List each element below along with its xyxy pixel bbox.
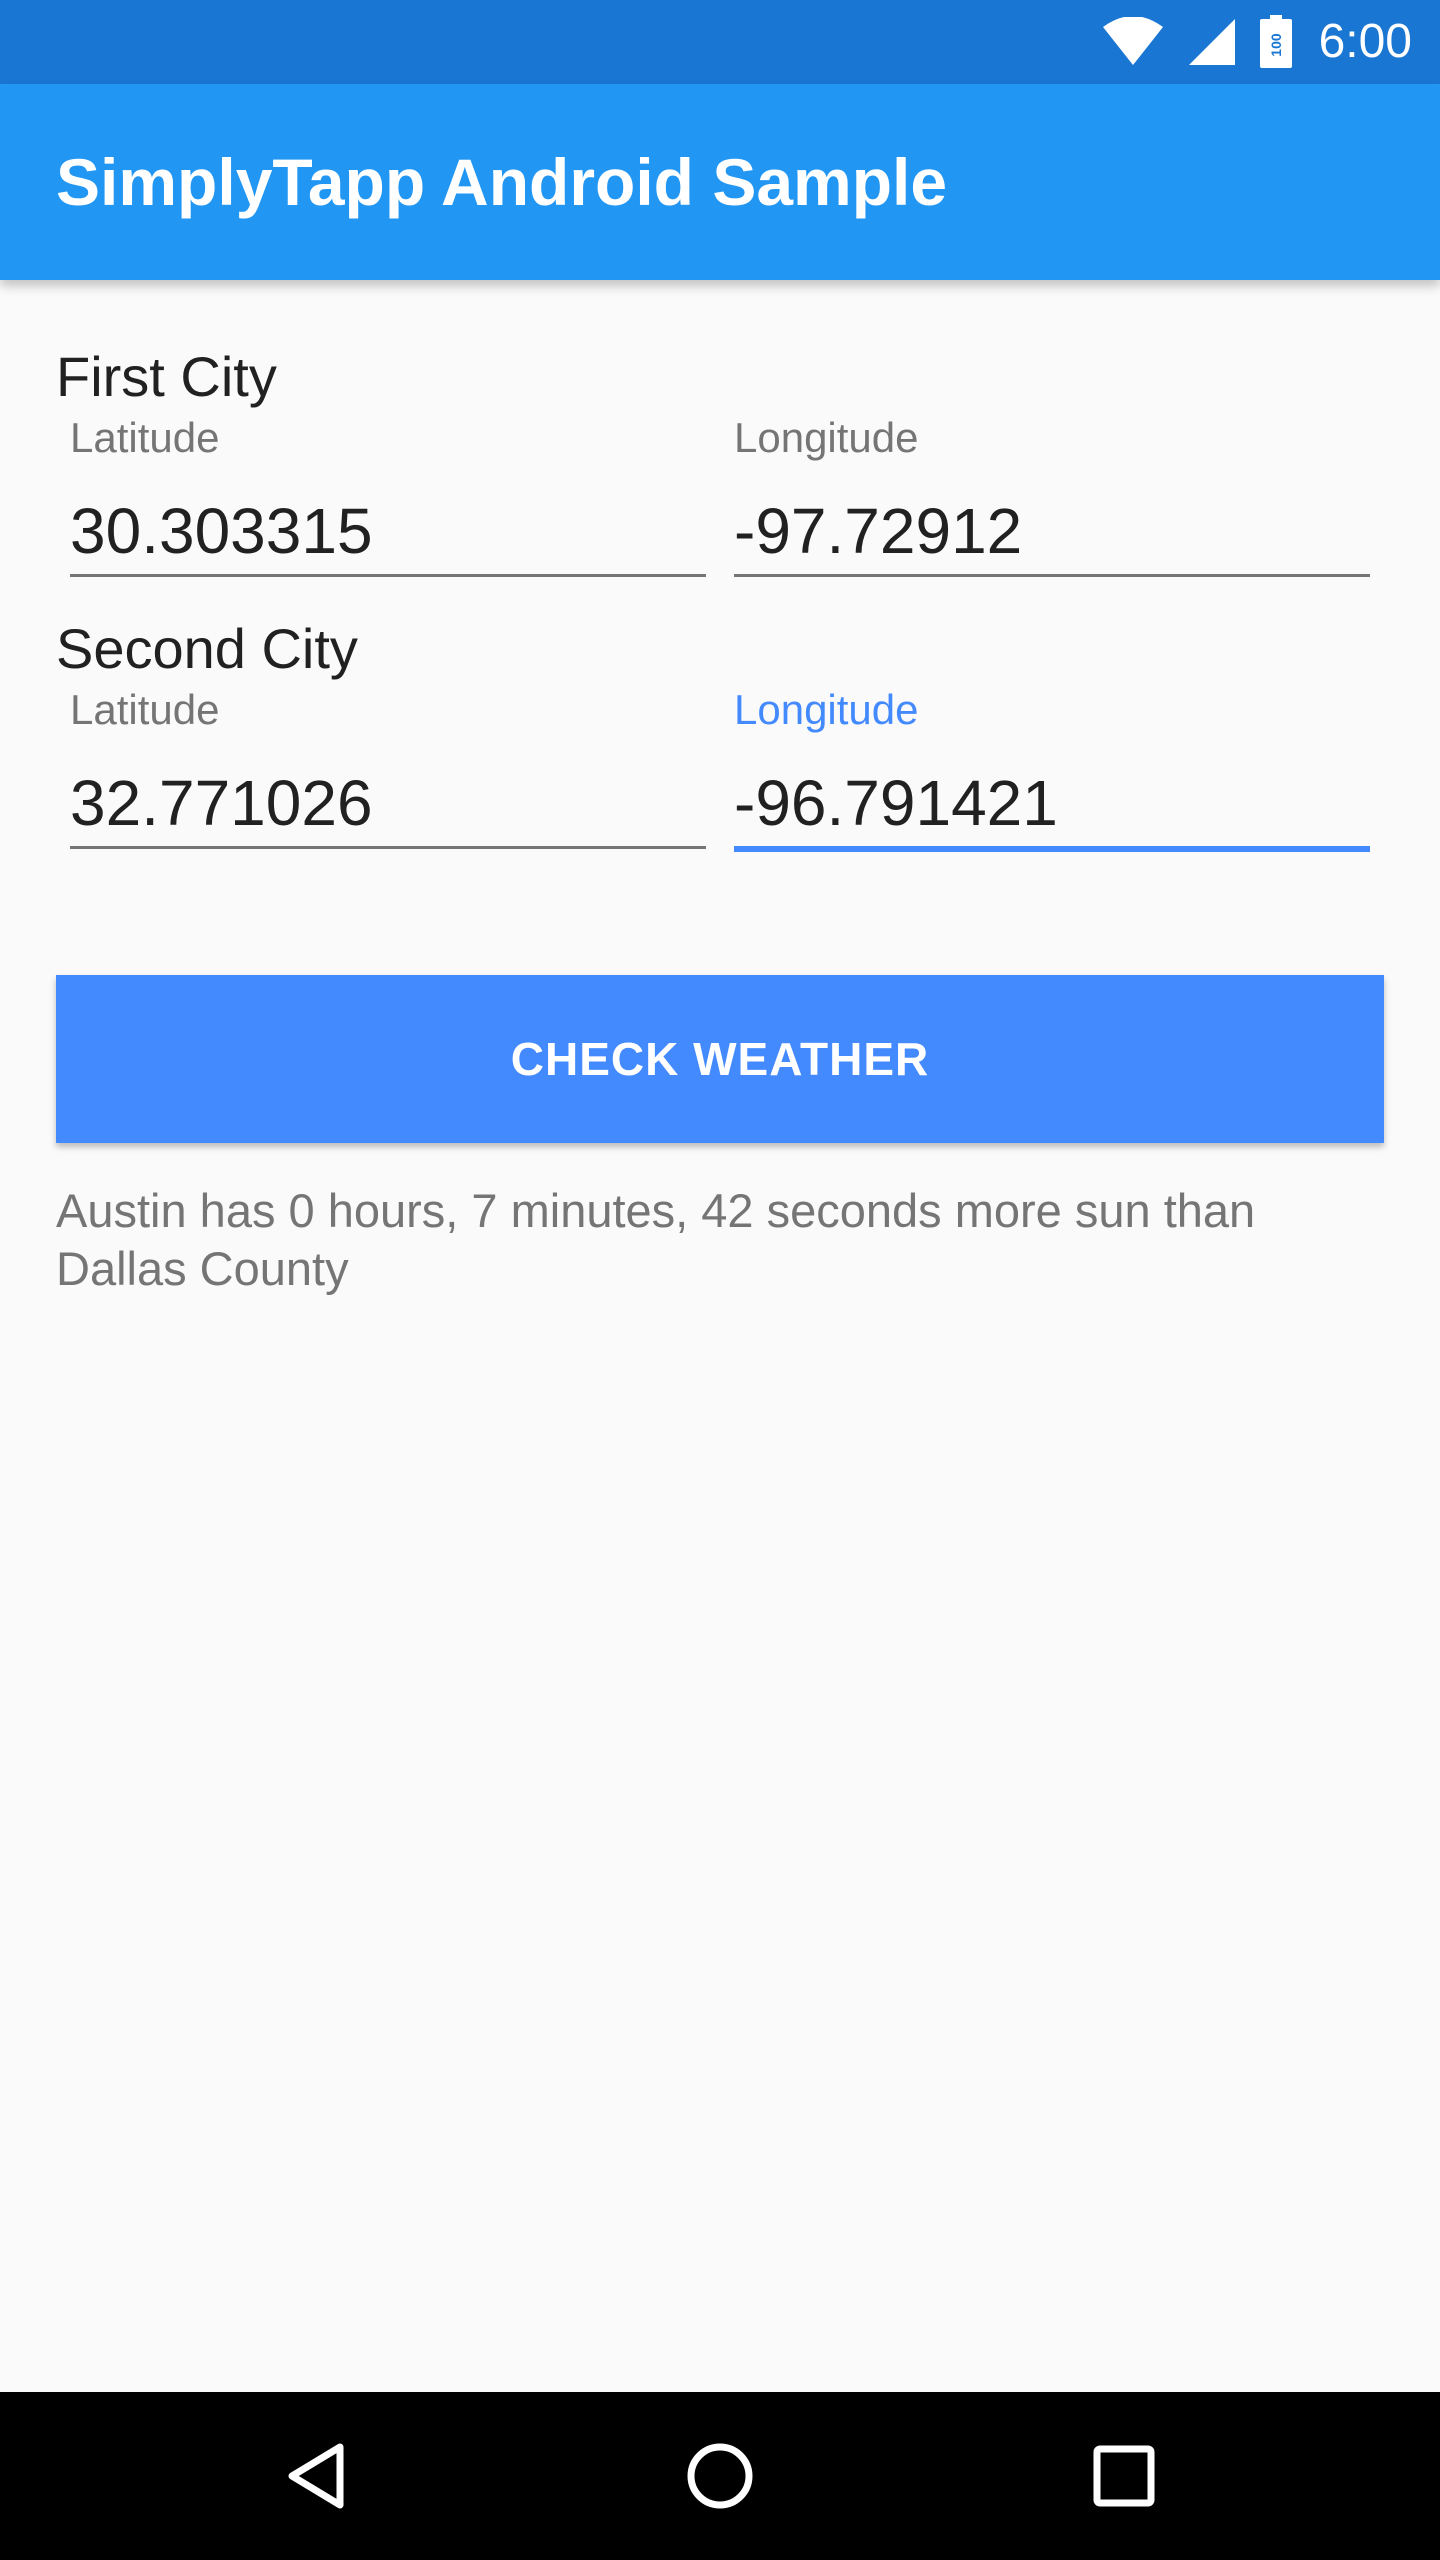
recents-icon: [1093, 2445, 1155, 2507]
check-weather-button[interactable]: CHECK WEATHER: [56, 975, 1384, 1143]
second-city-longitude-underline: [734, 846, 1370, 852]
first-city-latitude-input[interactable]: 30.303315: [70, 494, 373, 568]
second-city-longitude-input[interactable]: -96.791421: [734, 766, 1058, 840]
back-icon: [288, 2443, 344, 2509]
home-button[interactable]: [636, 2392, 804, 2560]
second-city-longitude-label: Longitude: [734, 686, 919, 733]
first-city-longitude-input[interactable]: -97.72912: [734, 494, 1022, 568]
second-city-latitude-underline: [70, 846, 706, 849]
first-city-latitude-label: Latitude: [70, 414, 220, 461]
second-city-latitude-label: Latitude: [70, 686, 220, 733]
cell-signal-icon: [1188, 19, 1235, 65]
back-button[interactable]: [232, 2392, 400, 2560]
navigation-bar: [0, 2392, 1440, 2560]
first-city-longitude-underline: [734, 574, 1370, 577]
battery-level-text: 100: [1268, 33, 1284, 57]
second-city-longitude-field[interactable]: Longitude -96.791421: [734, 686, 1370, 856]
first-city-longitude-label: Longitude: [734, 414, 919, 461]
app-title: SimplyTapp Android Sample: [56, 145, 948, 219]
first-city-longitude-field[interactable]: Longitude -97.72912: [734, 414, 1370, 584]
recents-button[interactable]: [1040, 2392, 1208, 2560]
app-bar: SimplyTapp Android Sample: [0, 84, 1440, 280]
status-bar: 100 6:00: [0, 0, 1440, 84]
result-text: Austin has 0 hours, 7 minutes, 42 second…: [56, 1184, 1256, 1295]
second-city-title: Second City: [56, 617, 358, 680]
battery-icon: 100: [1259, 15, 1292, 68]
first-city-title: First City: [56, 345, 277, 408]
screen: 100 6:00 SimplyTapp Android Sample First…: [0, 0, 1440, 2560]
first-city-latitude-underline: [70, 574, 706, 577]
wifi-icon: [1102, 17, 1163, 65]
second-city-latitude-field[interactable]: Latitude 32.771026: [70, 686, 706, 856]
status-icons: 100 6:00: [1101, 0, 1412, 84]
first-city-latitude-field[interactable]: Latitude 30.303315: [70, 414, 706, 584]
second-city-latitude-input[interactable]: 32.771026: [70, 766, 373, 840]
home-icon: [687, 2443, 753, 2509]
status-time: 6:00: [1318, 15, 1412, 68]
